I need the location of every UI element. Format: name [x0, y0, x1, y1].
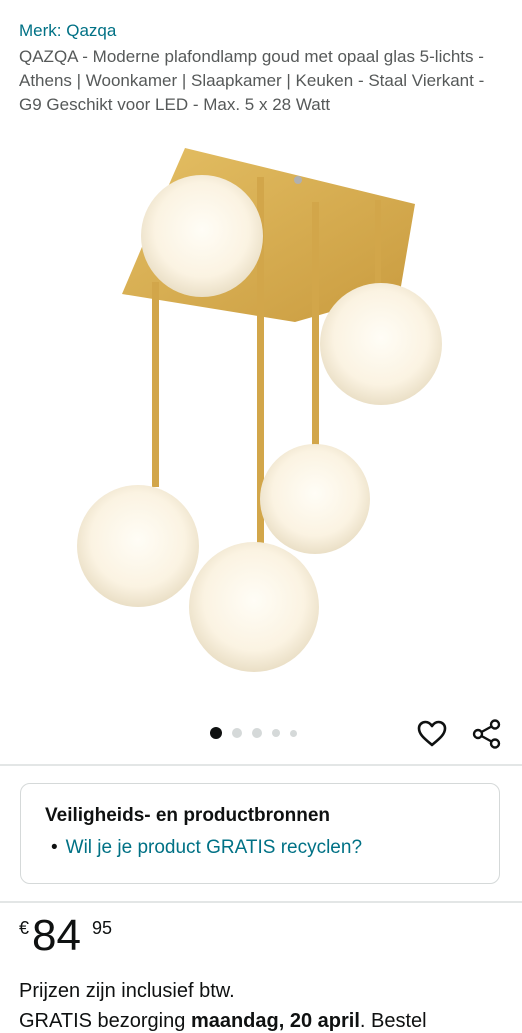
delivery-date: maandag, 20 april: [190, 1010, 360, 1032]
plate-screw: [294, 176, 302, 184]
globe-left: [77, 485, 199, 607]
safety-resources-card: Veiligheids- en productbronnen • Wil je j…: [20, 783, 500, 884]
carousel-dot-4[interactable]: [272, 729, 280, 737]
image-carousel-indicator: [210, 727, 297, 739]
carousel-dot-3[interactable]: [252, 728, 262, 738]
carousel-dot-1[interactable]: [210, 727, 222, 739]
product-title: QAZQA - Moderne plafondlamp goud met opa…: [19, 47, 485, 114]
recycle-link[interactable]: • Wil je je product GRATIS recyclen?: [51, 837, 362, 859]
vat-note: Prijzen zijn inclusief btw.: [19, 980, 235, 1002]
safety-heading: Veiligheids- en productbronnen: [45, 805, 331, 826]
globe-right: [320, 283, 442, 405]
brand-link[interactable]: Merk: Qazqa: [19, 21, 116, 41]
carousel-dot-2[interactable]: [232, 728, 242, 738]
globe-middle: [260, 444, 370, 554]
recycle-link-text[interactable]: Wil je je product GRATIS recyclen?: [66, 837, 362, 858]
price-whole: 84: [32, 911, 81, 960]
delivery-prefix: GRATIS bezorging: [19, 1010, 191, 1032]
share-icon[interactable]: [471, 718, 503, 750]
heart-icon[interactable]: [416, 718, 448, 750]
rod-left: [152, 282, 159, 487]
globe-bottom: [189, 542, 319, 672]
price-currency: €: [19, 918, 30, 938]
rod-back: [375, 200, 381, 285]
section-divider: [0, 901, 522, 903]
carousel-dot-5[interactable]: [290, 729, 297, 737]
delivery-suffix: . Bestel: [359, 1010, 427, 1032]
price-fraction: 95: [92, 918, 113, 938]
section-divider: [0, 764, 522, 766]
delivery-info: GRATIS bezorging maandag, 20 april. Best…: [19, 1010, 427, 1033]
globe-top-left: [141, 175, 263, 297]
rod-right: [312, 202, 319, 447]
product-image[interactable]: [0, 142, 522, 712]
bullet-icon: •: [51, 837, 58, 858]
